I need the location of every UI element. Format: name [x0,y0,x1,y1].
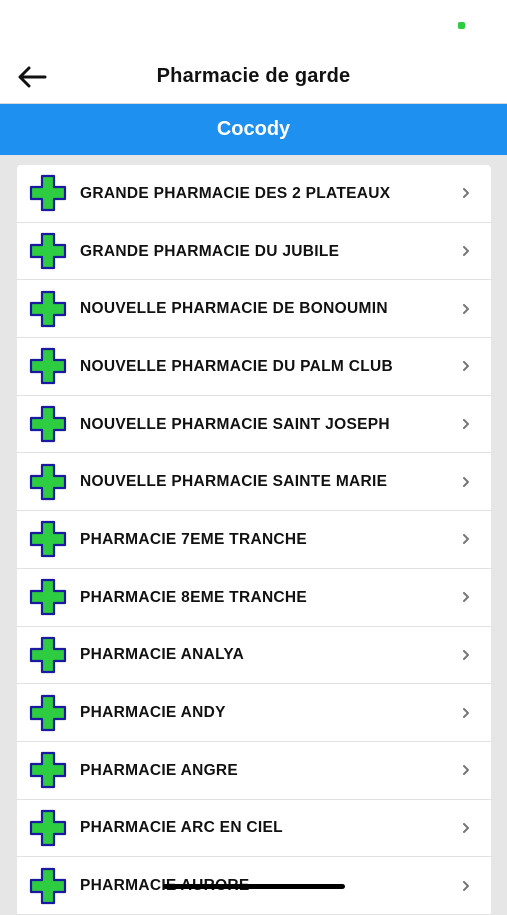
pharmacy-name: PHARMACIE ANGRE [80,761,239,779]
pharmacy-list-item[interactable]: PHARMACIE ANDY [17,684,491,742]
pharmacy-cross-icon [29,636,67,673]
pharmacy-list: GRANDE PHARMACIE DES 2 PLATEAUX GRANDE PH… [17,165,491,915]
chevron-right-icon [463,419,469,430]
home-indicator [163,884,345,889]
status-bar [0,0,507,52]
commune-label: Cocody [216,118,291,140]
chevron-right-icon [463,592,469,603]
pharmacy-list-item[interactable]: NOUVELLE PHARMACIE SAINT JOSEPH [17,396,491,454]
commune-banner: Cocody [0,104,507,155]
battery-icon [458,22,465,29]
chevron-right-icon [463,765,469,776]
pharmacy-cross-icon [29,405,67,443]
pharmacy-name: PHARMACIE ARC EN CIEL [80,819,283,837]
pharmacy-cross-icon [29,809,67,847]
pharmacy-list-item[interactable]: NOUVELLE PHARMACIE DE BONOUMIN [17,280,491,339]
pharmacy-name: PHARMACIE ANDY [80,704,226,722]
page-title: Pharmacie de garde [156,65,351,87]
pharmacy-name: NOUVELLE PHARMACIE DE BONOUMIN [80,300,388,318]
pharmacy-list-item[interactable]: PHARMACIE ANALYA [17,627,491,685]
chevron-right-icon [463,822,469,833]
pharmacy-cross-icon [29,463,67,500]
pharmacy-list-item[interactable]: NOUVELLE PHARMACIE SAINTE MARIE [17,453,491,512]
pharmacy-cross-icon [29,348,67,385]
pharmacy-cross-icon [29,232,67,270]
app-header: Pharmacie de garde [0,52,507,104]
pharmacy-list-item[interactable]: PHARMACIE 7EME TRANCHE [17,511,491,569]
pharmacy-cross-icon [29,521,67,558]
pharmacy-name: PHARMACIE ANALYA [80,646,245,664]
pharmacy-list-item[interactable]: GRANDE PHARMACIE DU JUBILE [17,223,491,281]
pharmacy-cross-icon [29,175,67,212]
pharmacy-list-item[interactable]: PHARMACIE ARC EN CIEL [17,800,491,858]
pharmacy-name: PHARMACIE 7EME TRANCHE [80,530,308,548]
pharmacy-list-item[interactable]: PHARMACIE ANGRE [17,742,491,800]
pharmacy-cross-icon [29,579,67,616]
pharmacy-name: NOUVELLE PHARMACIE SAINT JOSEPH [80,415,390,433]
chevron-right-icon [463,246,469,257]
chevron-right-icon [463,707,469,718]
chevron-right-icon [463,649,469,660]
pharmacy-name: PHARMACIE 8EME TRANCHE [80,588,308,606]
pharmacy-cross-icon [29,752,67,789]
chevron-right-icon [463,361,469,372]
pharmacy-name: NOUVELLE PHARMACIE SAINTE MARIE [80,473,388,491]
chevron-right-icon [463,476,469,487]
chevron-right-icon [463,303,469,314]
pharmacy-name: NOUVELLE PHARMACIE DU PALM CLUB [80,357,393,375]
pharmacy-name: GRANDE PHARMACIE DU JUBILE [80,242,340,260]
pharmacy-list-item[interactable]: NOUVELLE PHARMACIE DU PALM CLUB [17,338,491,396]
pharmacy-list-item[interactable]: PHARMACIE 8EME TRANCHE [17,569,491,627]
chevron-right-icon [463,188,469,199]
chevron-right-icon [463,880,469,891]
pharmacy-list-item[interactable]: GRANDE PHARMACIE DES 2 PLATEAUX [17,165,491,223]
pharmacy-cross-icon [29,290,67,327]
pharmacy-name: GRANDE PHARMACIE DES 2 PLATEAUX [80,184,391,202]
pharmacy-cross-icon [29,694,67,731]
chevron-right-icon [463,534,469,545]
